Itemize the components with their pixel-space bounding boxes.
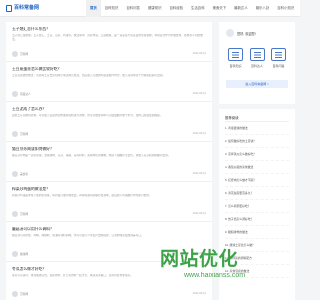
- author-name: 蒸蛋达人: [20, 92, 31, 96]
- avatar: [12, 250, 18, 257]
- list-item[interactable]: 土豆泥成了怎么办？ 如果土豆泥做得太稀，可以加入适量的淀粉或者面粉进行调整，也可…: [6, 102, 212, 142]
- recommended-item[interactable]: 2. 如何做好吃的土豆饼？: [225, 135, 289, 148]
- post-title[interactable]: 蘑菇汤可以用什么调料？: [12, 227, 206, 232]
- person-icon: [249, 48, 265, 61]
- watermark-text: 网站优化: [160, 248, 239, 270]
- post-author: 百科网: [12, 50, 29, 57]
- post-title[interactable]: 玉子烧汇总什么东西？: [12, 27, 206, 32]
- list-item[interactable]: 榨菜炒鸡蛋的做法是？ 榨菜炒鸡蛋是非常下饭的家常菜，将鸡蛋打散炒熟盛出，再将榨菜…: [6, 182, 212, 222]
- post-author: 百科网: [12, 130, 29, 137]
- watermark-url: www.haixianss.com: [184, 272, 246, 279]
- recommended-item[interactable]: 6. 清蒸鱼需要蒸多久？: [225, 187, 289, 200]
- author-name: 百科网: [20, 292, 29, 296]
- avatar[interactable]: [226, 29, 234, 37]
- post-excerpt: 如果土豆泥做得太稀，可以加入适量的淀粉或者面粉进行调整，也可以放在锅中小火慢慢翻…: [12, 114, 163, 117]
- post-author: 美食家: [12, 170, 29, 177]
- user-link-qa[interactable]: 百科问答: [269, 48, 288, 68]
- author-name: 百科网: [20, 52, 29, 56]
- recommended-item[interactable]: 1. 鸡蛋灌饼的做法: [225, 122, 289, 135]
- user-card-links: 百科知识 百科达人 百科问答: [226, 48, 288, 68]
- post-date: 2022-06-10: [192, 92, 206, 96]
- post-meta: 百科网 2022-06-10: [12, 50, 206, 57]
- recommended-title: 推荐阅读: [225, 114, 289, 122]
- recommended-item[interactable]: 7. 怎么煮粥更好吃？: [225, 200, 289, 213]
- post-date: 2022-06-10: [192, 52, 206, 56]
- post-meta: 美食家 2022-06-10: [12, 170, 206, 177]
- nav-item-experts[interactable]: 最新达人: [230, 0, 252, 17]
- post-author: 百科网: [12, 290, 29, 297]
- list-item[interactable]: 猫豆芽炒肉该如何做好？ 猫豆芽炒肉是一道家常菜，准备猪肉、豆芽、青椒、蒜等材料，…: [6, 142, 212, 182]
- nav-item-food[interactable]: 美食天下: [209, 0, 231, 17]
- watermark: 网站优化 www.haixianss.com: [160, 238, 300, 300]
- post-excerpt: 榨菜炒鸡蛋是非常下饭的家常菜，将鸡蛋打散炒熟盛出，再将榨菜切碎煸炒出香味，最后倒…: [12, 194, 152, 197]
- nav-item-life[interactable]: 生活百科: [187, 0, 209, 17]
- recommended-item[interactable]: 4. 番茄炒蛋的家常做法: [225, 161, 289, 174]
- nav-item-knowledge[interactable]: 百科知识: [101, 0, 123, 17]
- user-link-label: 百科知识: [229, 64, 242, 68]
- post-title[interactable]: 土豆泥成了怎么办？: [12, 107, 206, 112]
- post-excerpt: 猫豆芽炒肉是一道家常菜，准备猪肉、豆芽、青椒、蒜等材料，先将肉切丝腌制，热锅下油…: [12, 154, 171, 157]
- enter-site-button[interactable]: 进入百科常备网 >: [226, 80, 288, 88]
- main-nav: 首页 百科知识 百科问答 健康常识 百科经验 生活百科 美食天下 最新达人 娱乐…: [86, 0, 298, 17]
- avatar: [12, 130, 18, 137]
- author-name: 百科网: [20, 212, 29, 216]
- post-meta: 蒸蛋达人 2022-06-10: [12, 90, 206, 97]
- recommended-item[interactable]: 3. 凉拌黄瓜怎么做好吃？: [225, 148, 289, 161]
- user-link-label: 百科达人: [250, 64, 263, 68]
- author-name: 百科网: [20, 132, 29, 136]
- post-title[interactable]: 猫豆芽炒肉该如何做好？: [12, 147, 206, 152]
- post-excerpt: 土豆蒸蛋羹的做法：首先将土豆去皮切成小块蒸熟压成泥，然后加入打散的鸡蛋液搅拌均匀…: [12, 74, 166, 77]
- avatar: [12, 210, 18, 217]
- logo-icon: [6, 5, 12, 12]
- avatar: [12, 90, 18, 97]
- post-author: 蒸蛋达人: [12, 90, 31, 97]
- post-author: 健康网: [12, 250, 29, 257]
- nav-item-tips[interactable]: 百科小知识: [273, 0, 298, 17]
- nav-item-health[interactable]: 健康常识: [144, 0, 166, 17]
- question-icon: [271, 48, 286, 61]
- author-name: 美食家: [20, 172, 29, 176]
- nav-item-gossip[interactable]: 娱乐八卦: [252, 0, 274, 17]
- avatar: [12, 290, 18, 297]
- list-item[interactable]: 土豆蒸蛋羹怎么做比较好吃？ 土豆蒸蛋羹的做法：首先将土豆去皮切成小块蒸熟压成泥，…: [6, 62, 212, 102]
- post-meta: 百科网 2022-06-10: [12, 130, 206, 137]
- nav-item-experience[interactable]: 百科经验: [165, 0, 187, 17]
- user-link-experts[interactable]: 百科达人: [248, 48, 267, 68]
- post-title[interactable]: 土豆蒸蛋羹怎么做比较好吃？: [12, 67, 206, 72]
- post-date: 2022-06-10: [192, 172, 206, 176]
- document-icon: [228, 48, 243, 61]
- top-navigation-bar: 百科常备网 首页 百科知识 百科问答 健康常识 百科经验 生活百科 美食天下 最…: [0, 0, 300, 17]
- user-link-knowledge[interactable]: 百科知识: [226, 48, 245, 68]
- logo-text: 百科常备网: [14, 5, 40, 11]
- post-title[interactable]: 榨菜炒鸡蛋的做法是？: [12, 187, 206, 192]
- list-item[interactable]: 玉子烧汇总什么东西？ 玉子烧汇集整理，玉子烧汇，土豆、山药、鸡蛋等，做法简单、营…: [6, 22, 212, 62]
- user-card-header: 您好, 欢迎您!: [226, 28, 288, 38]
- author-name: 健康网: [20, 252, 29, 256]
- nav-item-home[interactable]: 首页: [86, 0, 101, 17]
- post-author: 百科网: [12, 210, 29, 217]
- recommended-item[interactable]: 8. 饺子馅怎么调好吃？: [225, 213, 289, 226]
- recommended-item[interactable]: 5. 红烧肉怎么做才不腻？: [225, 174, 289, 187]
- user-link-label: 百科问答: [272, 64, 285, 68]
- avatar: [12, 50, 18, 57]
- post-date: 2022-06-10: [192, 212, 206, 216]
- post-meta: 百科网 2022-06-10: [12, 210, 206, 217]
- site-logo[interactable]: 百科常备网: [6, 4, 39, 13]
- post-date: 2022-06-10: [192, 132, 206, 136]
- avatar: [12, 170, 18, 177]
- user-card: 您好, 欢迎您! 百科知识 百科达人 百科问答 进入百科常备网 >: [219, 22, 295, 104]
- post-excerpt: 玉子烧汇集整理，玉子烧汇，土豆、山药、鸡蛋等，做法简单、营养丰富，口感细腻，是一…: [12, 34, 203, 41]
- welcome-text: 您好, 欢迎您!: [237, 31, 256, 36]
- nav-item-qa[interactable]: 百科问答: [122, 0, 144, 17]
